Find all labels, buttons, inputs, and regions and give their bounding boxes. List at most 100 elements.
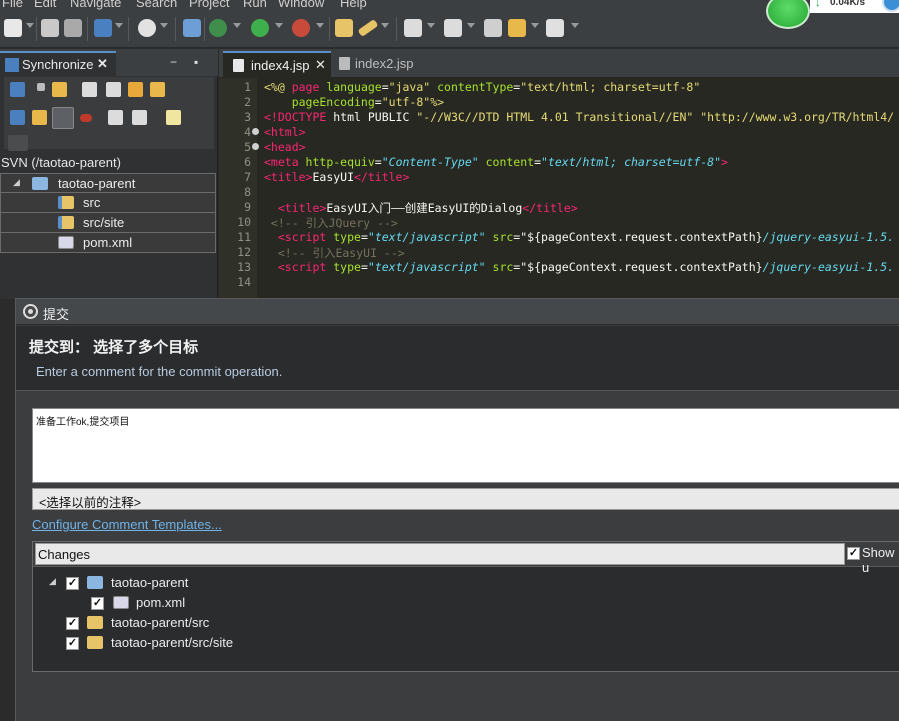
tab-index2-jsp[interactable]: index2.jsp: [331, 51, 431, 77]
code-area[interactable]: <%@ page language="java" contentType="te…: [264, 78, 899, 299]
forward-icon[interactable]: [546, 19, 564, 37]
profile-icon[interactable]: [138, 19, 156, 37]
menu-search[interactable]: Search: [136, 0, 177, 10]
collapse-all-icon[interactable]: [106, 82, 121, 97]
tab-synchronize[interactable]: Synchronize ✕: [0, 51, 116, 76]
external-tools-dropdown-arrow-icon[interactable]: [316, 23, 324, 28]
change-checkbox[interactable]: ✓: [66, 637, 79, 650]
minimize-icon[interactable]: −: [170, 55, 177, 69]
search-dropdown-arrow-icon[interactable]: [427, 23, 435, 28]
folder-icon: [87, 616, 103, 629]
line-number: 4: [244, 125, 251, 139]
commit-icon[interactable]: [150, 82, 165, 97]
next-change-icon[interactable]: [132, 110, 147, 125]
incoming-outgoing-mode-icon[interactable]: [52, 107, 74, 129]
open-folder-icon[interactable]: [335, 19, 353, 37]
menu-help[interactable]: Help: [340, 0, 367, 10]
change-item-src[interactable]: ✓ taotao-parent/src: [49, 614, 889, 634]
fold-toggle-icon[interactable]: [252, 128, 259, 135]
debug-dropdown-arrow-icon[interactable]: [233, 23, 241, 28]
back-dropdown-arrow-icon[interactable]: [531, 23, 539, 28]
code-token: http-equiv: [305, 155, 375, 169]
line-number: 9: [244, 200, 251, 214]
commit-dialog: 提交 提交到： 选择了多个目标 Enter a comment for the …: [15, 298, 899, 721]
line-number: 1: [244, 80, 251, 94]
synchronize-svn-icon[interactable]: [10, 82, 25, 97]
tree-item-pom[interactable]: pom.xml: [0, 233, 216, 253]
close-icon[interactable]: ✕: [97, 56, 108, 72]
change-checkbox[interactable]: ✓: [66, 577, 79, 590]
status-orb-icon: [766, 0, 810, 29]
line-number: 6: [244, 155, 251, 169]
code-token: src: [485, 260, 514, 274]
run-icon[interactable]: [251, 19, 269, 37]
code-line-7: <title>EasyUI</title>: [264, 170, 409, 184]
changes-column-header[interactable]: Changes: [35, 543, 845, 565]
close-icon[interactable]: ✕: [315, 57, 326, 73]
tree-item-src[interactable]: src: [0, 193, 216, 213]
expand-arrow-icon[interactable]: ◢: [49, 576, 56, 587]
annotation-icon[interactable]: [444, 19, 462, 37]
external-tools-icon[interactable]: [292, 19, 310, 37]
update-icon[interactable]: [128, 82, 143, 97]
last-edit-icon[interactable]: [484, 19, 502, 37]
code-token: EasyUI入门——创建EasyUI的Dialog: [326, 201, 523, 215]
previous-change-icon[interactable]: [108, 110, 123, 125]
profile-dropdown-arrow-icon[interactable]: [160, 23, 168, 28]
console-icon[interactable]: [183, 19, 201, 37]
tree-item-src-site[interactable]: src/site: [0, 213, 216, 233]
annotation-dropdown-arrow-icon[interactable]: [467, 23, 475, 28]
conflicts-mode-icon[interactable]: [80, 114, 92, 122]
change-item-src-site[interactable]: ✓ taotao-parent/src/site: [49, 634, 889, 654]
view-menu-icon[interactable]: [8, 135, 28, 151]
forward-dropdown-arrow-icon[interactable]: [571, 23, 579, 28]
pin-icon[interactable]: [52, 82, 67, 97]
new-icon[interactable]: [4, 19, 22, 37]
back-icon[interactable]: [508, 19, 526, 37]
menu-edit[interactable]: Edit: [34, 0, 56, 10]
svn-dropdown-arrow-icon[interactable]: [115, 23, 123, 28]
change-checkbox[interactable]: ✓: [66, 617, 79, 630]
expand-arrow-icon[interactable]: ◢: [13, 177, 20, 188]
code-token: "${pageContext.request.contextPath}: [520, 230, 763, 244]
incoming-mode-icon[interactable]: [10, 110, 25, 125]
expand-all-icon[interactable]: [82, 82, 97, 97]
tree-item-label: taotao-parent: [58, 176, 136, 191]
toolbar-separator: [36, 17, 37, 41]
change-item-pom[interactable]: ✓ pom.xml: [49, 594, 889, 614]
change-item-project[interactable]: ◢ ✓ taotao-parent: [49, 574, 889, 594]
outgoing-mode-icon[interactable]: [32, 110, 47, 125]
search-icon[interactable]: [404, 19, 422, 37]
save-all-icon[interactable]: [64, 19, 82, 37]
menu-window[interactable]: Window: [278, 0, 324, 10]
change-checkbox[interactable]: ✓: [91, 597, 104, 610]
show-unversioned-toggle[interactable]: ✓ Show u: [845, 545, 899, 575]
code-token: page: [291, 80, 320, 94]
sync-dropdown-arrow-icon[interactable]: [37, 83, 45, 91]
code-token: /jquery-easyui-1.5.: [762, 230, 895, 244]
show-log-icon[interactable]: [166, 110, 181, 125]
configure-templates-link[interactable]: Configure Comment Templates...: [32, 517, 222, 532]
tree-item-project[interactable]: ◢ taotao-parent: [0, 173, 216, 193]
dialog-titlebar[interactable]: 提交: [16, 299, 899, 325]
debug-icon[interactable]: [209, 19, 227, 37]
show-checkbox[interactable]: ✓: [847, 547, 860, 560]
menu-project[interactable]: Project: [189, 0, 229, 10]
new-dropdown-arrow-icon[interactable]: [26, 23, 34, 28]
tab-index4-jsp[interactable]: index4.jsp ✕: [223, 51, 331, 77]
maximize-icon[interactable]: ▪: [194, 55, 198, 69]
code-line-10: <!-- 引入JQuery -->: [264, 215, 398, 231]
save-icon[interactable]: [41, 19, 59, 37]
dialog-title: 提交: [43, 307, 70, 322]
toolbar-separator: [396, 17, 397, 41]
svn-icon[interactable]: [94, 19, 112, 37]
run-dropdown-arrow-icon[interactable]: [275, 23, 283, 28]
menu-run[interactable]: Run: [243, 0, 267, 10]
brush-dropdown-arrow-icon[interactable]: [381, 23, 389, 28]
brush-icon[interactable]: [357, 18, 379, 38]
menu-file[interactable]: File: [2, 0, 23, 10]
fold-toggle-icon[interactable]: [252, 143, 259, 150]
previous-comments-select[interactable]: <选择以前的注释>: [32, 488, 899, 510]
menu-navigate[interactable]: Navigate: [70, 0, 121, 10]
commit-comment-field[interactable]: 准备工作ok,提交项目: [32, 408, 899, 483]
